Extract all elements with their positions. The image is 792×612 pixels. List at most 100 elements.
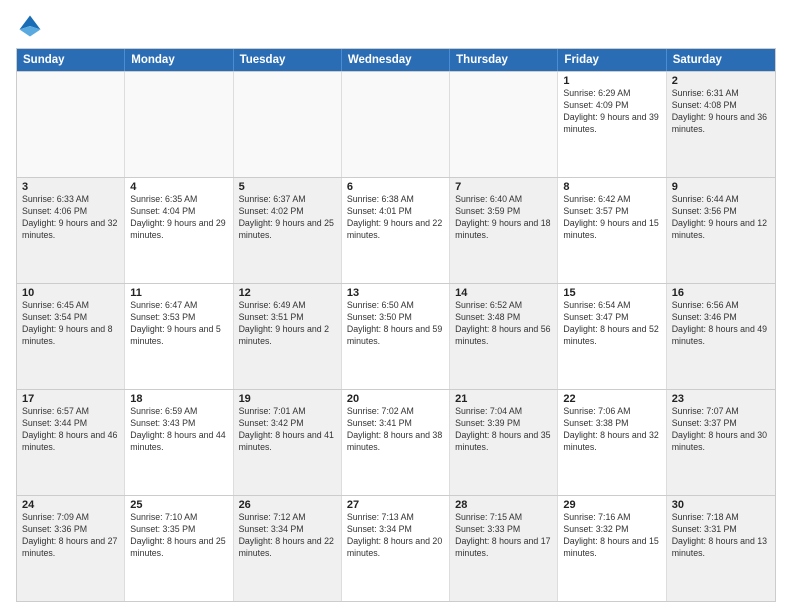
day-info: Sunrise: 7:06 AM Sunset: 3:38 PM Dayligh… xyxy=(563,406,660,454)
calendar-cell: 23Sunrise: 7:07 AM Sunset: 3:37 PM Dayli… xyxy=(667,390,775,495)
day-number: 30 xyxy=(672,499,770,511)
day-number: 20 xyxy=(347,393,444,405)
calendar-cell: 13Sunrise: 6:50 AM Sunset: 3:50 PM Dayli… xyxy=(342,284,450,389)
logo xyxy=(16,12,48,40)
calendar-cell: 2Sunrise: 6:31 AM Sunset: 4:08 PM Daylig… xyxy=(667,72,775,177)
calendar-cell: 1Sunrise: 6:29 AM Sunset: 4:09 PM Daylig… xyxy=(558,72,666,177)
calendar-cell: 3Sunrise: 6:33 AM Sunset: 4:06 PM Daylig… xyxy=(17,178,125,283)
day-info: Sunrise: 7:02 AM Sunset: 3:41 PM Dayligh… xyxy=(347,406,444,454)
page: SundayMondayTuesdayWednesdayThursdayFrid… xyxy=(0,0,792,612)
day-number: 11 xyxy=(130,287,227,299)
day-number: 24 xyxy=(22,499,119,511)
calendar-cell xyxy=(450,72,558,177)
day-info: Sunrise: 7:09 AM Sunset: 3:36 PM Dayligh… xyxy=(22,512,119,560)
calendar-cell: 11Sunrise: 6:47 AM Sunset: 3:53 PM Dayli… xyxy=(125,284,233,389)
calendar-cell: 9Sunrise: 6:44 AM Sunset: 3:56 PM Daylig… xyxy=(667,178,775,283)
day-number: 23 xyxy=(672,393,770,405)
day-info: Sunrise: 6:37 AM Sunset: 4:02 PM Dayligh… xyxy=(239,194,336,242)
day-number: 21 xyxy=(455,393,552,405)
calendar-header: SundayMondayTuesdayWednesdayThursdayFrid… xyxy=(17,49,775,71)
calendar-cell: 25Sunrise: 7:10 AM Sunset: 3:35 PM Dayli… xyxy=(125,496,233,601)
calendar-cell: 8Sunrise: 6:42 AM Sunset: 3:57 PM Daylig… xyxy=(558,178,666,283)
calendar-cell: 15Sunrise: 6:54 AM Sunset: 3:47 PM Dayli… xyxy=(558,284,666,389)
day-info: Sunrise: 7:16 AM Sunset: 3:32 PM Dayligh… xyxy=(563,512,660,560)
calendar-week: 17Sunrise: 6:57 AM Sunset: 3:44 PM Dayli… xyxy=(17,389,775,495)
day-number: 5 xyxy=(239,181,336,193)
day-info: Sunrise: 6:52 AM Sunset: 3:48 PM Dayligh… xyxy=(455,300,552,348)
day-info: Sunrise: 6:50 AM Sunset: 3:50 PM Dayligh… xyxy=(347,300,444,348)
calendar-body: 1Sunrise: 6:29 AM Sunset: 4:09 PM Daylig… xyxy=(17,71,775,601)
day-info: Sunrise: 6:56 AM Sunset: 3:46 PM Dayligh… xyxy=(672,300,770,348)
calendar-cell: 30Sunrise: 7:18 AM Sunset: 3:31 PM Dayli… xyxy=(667,496,775,601)
day-number: 25 xyxy=(130,499,227,511)
day-info: Sunrise: 6:54 AM Sunset: 3:47 PM Dayligh… xyxy=(563,300,660,348)
calendar-week: 10Sunrise: 6:45 AM Sunset: 3:54 PM Dayli… xyxy=(17,283,775,389)
day-info: Sunrise: 6:31 AM Sunset: 4:08 PM Dayligh… xyxy=(672,88,770,136)
day-number: 4 xyxy=(130,181,227,193)
calendar-cell: 14Sunrise: 6:52 AM Sunset: 3:48 PM Dayli… xyxy=(450,284,558,389)
calendar: SundayMondayTuesdayWednesdayThursdayFrid… xyxy=(16,48,776,602)
day-info: Sunrise: 6:42 AM Sunset: 3:57 PM Dayligh… xyxy=(563,194,660,242)
day-number: 16 xyxy=(672,287,770,299)
day-number: 22 xyxy=(563,393,660,405)
day-number: 8 xyxy=(563,181,660,193)
calendar-cell: 28Sunrise: 7:15 AM Sunset: 3:33 PM Dayli… xyxy=(450,496,558,601)
calendar-header-cell: Monday xyxy=(125,49,233,71)
day-number: 15 xyxy=(563,287,660,299)
day-info: Sunrise: 6:35 AM Sunset: 4:04 PM Dayligh… xyxy=(130,194,227,242)
calendar-header-cell: Friday xyxy=(558,49,666,71)
calendar-cell: 19Sunrise: 7:01 AM Sunset: 3:42 PM Dayli… xyxy=(234,390,342,495)
day-info: Sunrise: 6:45 AM Sunset: 3:54 PM Dayligh… xyxy=(22,300,119,348)
calendar-cell: 26Sunrise: 7:12 AM Sunset: 3:34 PM Dayli… xyxy=(234,496,342,601)
day-info: Sunrise: 6:49 AM Sunset: 3:51 PM Dayligh… xyxy=(239,300,336,348)
day-number: 7 xyxy=(455,181,552,193)
calendar-header-cell: Thursday xyxy=(450,49,558,71)
day-info: Sunrise: 6:29 AM Sunset: 4:09 PM Dayligh… xyxy=(563,88,660,136)
day-number: 27 xyxy=(347,499,444,511)
day-info: Sunrise: 6:40 AM Sunset: 3:59 PM Dayligh… xyxy=(455,194,552,242)
day-info: Sunrise: 7:18 AM Sunset: 3:31 PM Dayligh… xyxy=(672,512,770,560)
calendar-cell: 27Sunrise: 7:13 AM Sunset: 3:34 PM Dayli… xyxy=(342,496,450,601)
calendar-week: 3Sunrise: 6:33 AM Sunset: 4:06 PM Daylig… xyxy=(17,177,775,283)
calendar-cell: 5Sunrise: 6:37 AM Sunset: 4:02 PM Daylig… xyxy=(234,178,342,283)
calendar-header-cell: Tuesday xyxy=(234,49,342,71)
day-number: 12 xyxy=(239,287,336,299)
day-number: 29 xyxy=(563,499,660,511)
day-number: 17 xyxy=(22,393,119,405)
day-info: Sunrise: 7:12 AM Sunset: 3:34 PM Dayligh… xyxy=(239,512,336,560)
day-number: 9 xyxy=(672,181,770,193)
calendar-cell: 4Sunrise: 6:35 AM Sunset: 4:04 PM Daylig… xyxy=(125,178,233,283)
calendar-cell: 12Sunrise: 6:49 AM Sunset: 3:51 PM Dayli… xyxy=(234,284,342,389)
day-number: 10 xyxy=(22,287,119,299)
day-info: Sunrise: 6:33 AM Sunset: 4:06 PM Dayligh… xyxy=(22,194,119,242)
day-number: 2 xyxy=(672,75,770,87)
day-info: Sunrise: 7:15 AM Sunset: 3:33 PM Dayligh… xyxy=(455,512,552,560)
day-number: 1 xyxy=(563,75,660,87)
day-number: 6 xyxy=(347,181,444,193)
day-info: Sunrise: 7:04 AM Sunset: 3:39 PM Dayligh… xyxy=(455,406,552,454)
calendar-cell: 10Sunrise: 6:45 AM Sunset: 3:54 PM Dayli… xyxy=(17,284,125,389)
day-info: Sunrise: 6:38 AM Sunset: 4:01 PM Dayligh… xyxy=(347,194,444,242)
day-number: 19 xyxy=(239,393,336,405)
day-number: 14 xyxy=(455,287,552,299)
day-info: Sunrise: 7:07 AM Sunset: 3:37 PM Dayligh… xyxy=(672,406,770,454)
calendar-header-cell: Wednesday xyxy=(342,49,450,71)
calendar-week: 24Sunrise: 7:09 AM Sunset: 3:36 PM Dayli… xyxy=(17,495,775,601)
calendar-cell: 20Sunrise: 7:02 AM Sunset: 3:41 PM Dayli… xyxy=(342,390,450,495)
day-info: Sunrise: 6:57 AM Sunset: 3:44 PM Dayligh… xyxy=(22,406,119,454)
calendar-cell xyxy=(342,72,450,177)
header xyxy=(16,12,776,40)
calendar-cell: 6Sunrise: 6:38 AM Sunset: 4:01 PM Daylig… xyxy=(342,178,450,283)
calendar-header-cell: Saturday xyxy=(667,49,775,71)
calendar-header-cell: Sunday xyxy=(17,49,125,71)
day-info: Sunrise: 6:44 AM Sunset: 3:56 PM Dayligh… xyxy=(672,194,770,242)
logo-icon xyxy=(16,12,44,40)
calendar-cell: 22Sunrise: 7:06 AM Sunset: 3:38 PM Dayli… xyxy=(558,390,666,495)
calendar-cell: 7Sunrise: 6:40 AM Sunset: 3:59 PM Daylig… xyxy=(450,178,558,283)
day-info: Sunrise: 7:01 AM Sunset: 3:42 PM Dayligh… xyxy=(239,406,336,454)
calendar-cell: 17Sunrise: 6:57 AM Sunset: 3:44 PM Dayli… xyxy=(17,390,125,495)
day-number: 13 xyxy=(347,287,444,299)
calendar-cell: 29Sunrise: 7:16 AM Sunset: 3:32 PM Dayli… xyxy=(558,496,666,601)
day-info: Sunrise: 7:13 AM Sunset: 3:34 PM Dayligh… xyxy=(347,512,444,560)
calendar-cell: 18Sunrise: 6:59 AM Sunset: 3:43 PM Dayli… xyxy=(125,390,233,495)
